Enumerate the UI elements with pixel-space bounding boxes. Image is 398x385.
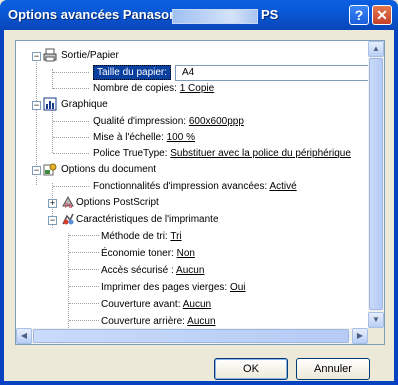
tree-line: [69, 320, 99, 321]
tree-item-graphique[interactable]: Graphique: [61, 97, 108, 113]
tree-item-sortie-papier[interactable]: Sortie/Papier: [61, 48, 119, 64]
document-options-icon: [43, 163, 57, 176]
window-title-suffix: PS: [261, 7, 279, 22]
tree-item-options-document[interactable]: Options du document: [61, 162, 156, 178]
tree-item-echelle[interactable]: Mise à l'échelle: 100 %: [93, 130, 195, 146]
scroll-right-button[interactable]: ▶: [352, 328, 368, 344]
collapse-toggle[interactable]: −: [32, 52, 41, 61]
tree-line: [69, 303, 99, 304]
svg-text:PS: PS: [65, 203, 73, 209]
tree-line: [69, 252, 99, 253]
expand-toggle[interactable]: +: [48, 199, 57, 208]
printer-paper-icon: [43, 48, 57, 62]
graphics-icon: [43, 97, 57, 111]
tree-line: [53, 88, 89, 89]
tree-item-qualite[interactable]: Qualité d'impression: 600x600ppp: [93, 114, 244, 130]
close-button[interactable]: ✕: [372, 5, 392, 25]
paper-size-combobox[interactable]: A4: [175, 65, 384, 81]
tree-line: [53, 186, 89, 187]
echelle-value[interactable]: 100 %: [167, 132, 195, 143]
collapse-toggle[interactable]: −: [32, 166, 41, 175]
vertical-scrollbar[interactable]: ▲ ▼: [368, 41, 384, 328]
cancel-button[interactable]: Annuler: [296, 358, 370, 380]
ok-button[interactable]: OK: [214, 358, 288, 380]
scrollbar-corner: [368, 328, 384, 344]
window-title: Options avancées Panasonic: [8, 7, 188, 22]
scroll-up-button[interactable]: ▲: [368, 41, 384, 57]
tree-item-acces[interactable]: Accès sécurisé : Aucun: [101, 263, 204, 279]
tree-item-police[interactable]: Police TrueType: Substituer avec la poli…: [93, 146, 351, 162]
fonctionnalites-value[interactable]: Activé: [269, 181, 296, 192]
tree-item-toner[interactable]: Économie toner: Non: [101, 246, 195, 262]
tree-line: [53, 153, 89, 154]
title-bar[interactable]: Options avancées Panasonic PS ? ✕: [0, 0, 398, 30]
tree-item-caracteristiques[interactable]: Caractéristiques de l'imprimante: [76, 212, 219, 228]
window-frame-bottom: [0, 381, 398, 385]
acces-value[interactable]: Aucun: [176, 265, 204, 276]
toner-value[interactable]: Non: [177, 248, 195, 259]
window-frame-left: [0, 30, 4, 385]
couverture-arriere-value[interactable]: Aucun: [187, 316, 215, 327]
dialog-window: Options avancées Panasonic PS ? ✕ − Sort…: [0, 0, 398, 385]
tree-item-couverture-avant[interactable]: Couverture avant: Aucun: [101, 297, 211, 313]
tree-line: [53, 121, 89, 122]
scroll-down-button[interactable]: ▼: [368, 312, 384, 328]
horizontal-scrollbar[interactable]: ◀ ▶: [16, 328, 368, 344]
help-button[interactable]: ?: [349, 5, 369, 25]
tree-line: [68, 233, 69, 330]
tree-line: [69, 286, 99, 287]
tree-line: [53, 72, 89, 73]
tree-item-options-postscript[interactable]: Options PostScript: [76, 195, 159, 211]
tri-value[interactable]: Tri: [170, 231, 181, 242]
pages-vierges-value[interactable]: Oui: [230, 282, 246, 293]
tree-line: [52, 109, 53, 153]
tree-line: [69, 269, 99, 270]
options-tree-view[interactable]: − Sortie/Papier Taille du papier: A4 Nom…: [15, 40, 385, 345]
tree-content: − Sortie/Papier Taille du papier: A4 Nom…: [16, 41, 384, 330]
redacted-model-name: [172, 9, 258, 24]
printer-features-icon: [62, 213, 74, 225]
tree-item-tri[interactable]: Méthode de tri: Tri: [101, 229, 182, 245]
window-frame-right: [394, 30, 398, 385]
scroll-left-button[interactable]: ◀: [16, 328, 32, 344]
tree-line: [69, 235, 99, 236]
vertical-scroll-thumb[interactable]: [369, 58, 383, 310]
tree-item-fonctionnalites[interactable]: Fonctionnalités d'impression avancées: A…: [93, 179, 297, 195]
qualite-value[interactable]: 600x600ppp: [189, 116, 244, 127]
tree-line: [53, 137, 89, 138]
taille-papier-label: Taille du papier:: [93, 65, 172, 80]
collapse-toggle[interactable]: −: [48, 216, 57, 225]
collapse-toggle[interactable]: −: [32, 101, 41, 110]
copies-value[interactable]: 1 Copie: [180, 83, 214, 94]
police-value[interactable]: Substituer avec la police du périphériqu…: [170, 148, 351, 159]
postscript-icon: PS: [62, 195, 74, 209]
couverture-avant-value[interactable]: Aucun: [183, 299, 211, 310]
tree-item-copies[interactable]: Nombre de copies: 1 Copie: [93, 81, 214, 97]
tree-item-taille-papier[interactable]: Taille du papier:: [93, 65, 172, 81]
horizontal-scroll-thumb[interactable]: [33, 329, 349, 343]
tree-item-pages-vierges[interactable]: Imprimer des pages vierges: Oui: [101, 280, 246, 296]
